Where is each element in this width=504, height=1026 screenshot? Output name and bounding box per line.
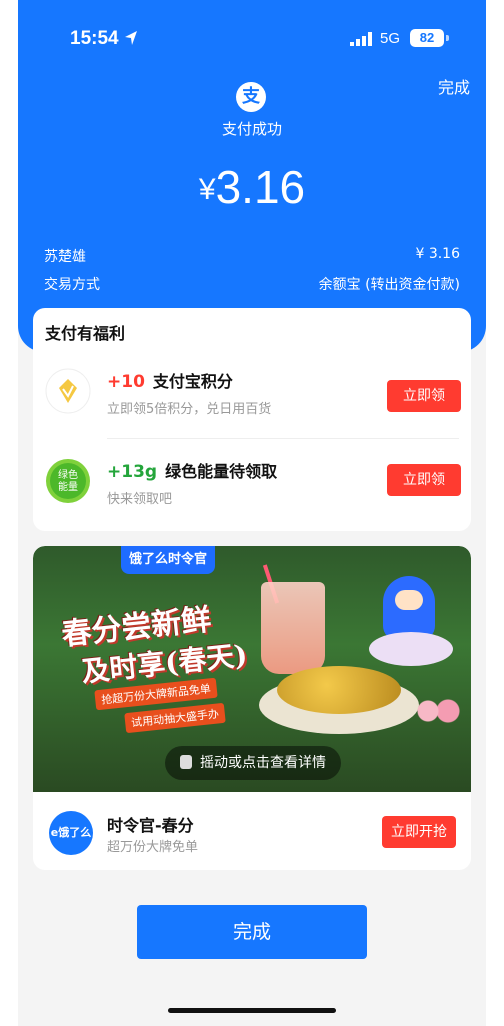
location-arrow-icon: [125, 31, 137, 45]
points-sub: 立即领5倍积分，兑日用百货: [107, 402, 272, 417]
eleme-logo-icon: e饿了么: [49, 811, 93, 855]
done-link-top[interactable]: 完成: [438, 74, 470, 98]
payment-amount: ¥3.16: [18, 160, 486, 214]
food-illustration: [277, 666, 401, 714]
method-row: 交易方式 余额宝 (转出资金付款): [44, 274, 460, 294]
points-name: 支付宝积分: [152, 372, 233, 391]
points-amount: +10: [107, 372, 145, 392]
grab-now-button[interactable]: 立即开抢: [382, 816, 456, 848]
svg-text:能量: 能量: [58, 480, 78, 493]
alipay-logo-icon: 支: [236, 82, 266, 112]
mascot-face: [395, 590, 423, 610]
claim-points-button[interactable]: 立即领: [387, 380, 461, 412]
battery-tip: [446, 35, 449, 41]
benefits-title: 支付有福利: [45, 324, 126, 343]
points-coin-icon: [45, 368, 91, 414]
ad-subtitle: 超万份大牌免单: [107, 840, 199, 855]
ad-tag: 饿了么时令官: [121, 546, 216, 574]
done-button[interactable]: 完成: [137, 905, 367, 959]
divider: [107, 438, 459, 439]
payee-name: 苏楚雄: [44, 249, 86, 265]
energy-name: 绿色能量待领取: [165, 462, 278, 481]
payee-amount: ¥ 3.16: [415, 246, 460, 262]
ad-banner-image[interactable]: 饿了么时令官 春分尝新鲜 及时享(春天) 抢超万份大牌新品免单 试用动抽大盛手办…: [33, 546, 471, 792]
status-time: 15:54: [70, 28, 119, 49]
ad-card[interactable]: 饿了么时令官 春分尝新鲜 及时享(春天) 抢超万份大牌新品免单 试用动抽大盛手办…: [33, 546, 471, 870]
energy-title: +13g 绿色能量待领取: [107, 458, 277, 482]
method-label: 交易方式: [44, 277, 100, 293]
signal-icon: [350, 32, 372, 46]
status-bar: 15:54 5G 82: [18, 0, 486, 80]
ad-slogan-2: 试用动抽大盛手办: [124, 702, 226, 734]
green-energy-icon: 绿色 能量: [46, 459, 90, 503]
network-type: 5G: [380, 30, 401, 47]
drink-illustration: [261, 582, 325, 674]
shake-prompt[interactable]: 摇动或点击查看详情: [165, 746, 341, 780]
home-indicator[interactable]: [168, 1008, 336, 1013]
battery-icon: 82: [410, 29, 444, 47]
flowers-illustration: [413, 696, 463, 726]
energy-amount: +13g: [107, 462, 158, 482]
shake-text: 摇动或点击查看详情: [200, 755, 326, 771]
ad-title: 时令官-春分: [107, 816, 194, 835]
energy-sub: 快来领取吧: [107, 492, 173, 507]
amount-value: 3.16: [215, 161, 306, 213]
phone-screen: 15:54 5G 82 完成 支 支付成功 ¥3.16 苏楚雄 ¥ 3.16 交…: [18, 0, 486, 1026]
benefit-item-energy[interactable]: 绿色 能量 +13g 绿色能量待领取 快来领取吧 立即领: [33, 448, 471, 518]
points-title: +10 支付宝积分: [107, 368, 233, 392]
benefits-card: 支付有福利 +10 支付宝积分 立即领5倍积分，兑日用百货 立即领 绿色 能量: [33, 308, 471, 531]
method-value: 余额宝 (转出资金付款): [318, 277, 460, 293]
svg-text:绿色: 绿色: [58, 468, 78, 481]
claim-energy-button[interactable]: 立即领: [387, 464, 461, 496]
payee-row: 苏楚雄 ¥ 3.16: [44, 246, 460, 266]
bird-illustration: [369, 632, 453, 666]
benefit-item-points[interactable]: +10 支付宝积分 立即领5倍积分，兑日用百货 立即领: [33, 358, 471, 428]
payment-status: 支付成功: [221, 120, 282, 138]
shake-icon: [180, 755, 192, 769]
currency-symbol: ¥: [198, 173, 216, 206]
